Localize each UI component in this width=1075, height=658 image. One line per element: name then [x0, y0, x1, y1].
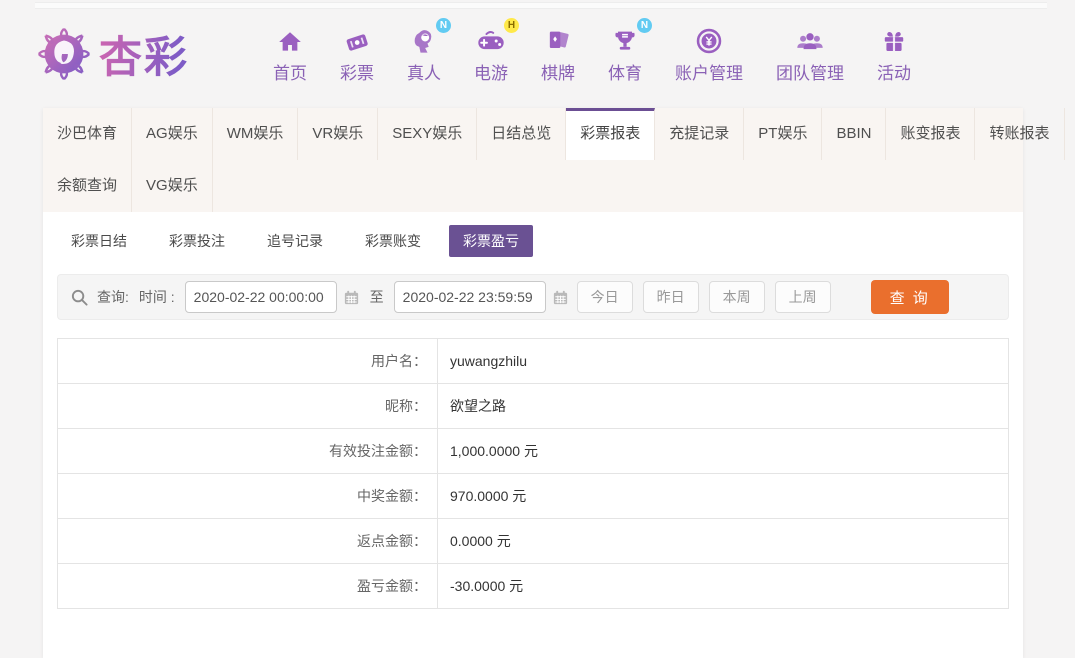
query-submit-button[interactable]: 查 询: [870, 280, 949, 314]
to-separator: 至: [369, 289, 384, 305]
nav-item-label: 体育: [608, 64, 642, 83]
gift-icon: [881, 23, 907, 55]
table-row: 用户名： yuwangzhilu: [57, 338, 1009, 384]
brand-name: 杏彩: [99, 23, 189, 85]
row-label-username: 用户名：: [57, 338, 438, 384]
subtab-lottery-account-change[interactable]: 彩票账变: [351, 225, 435, 257]
gamepad-icon: H: [476, 18, 519, 55]
site-logo[interactable]: 杏彩: [33, 23, 245, 85]
row-value-profit-loss-amount: -30.0000 元: [437, 563, 1009, 609]
row-label-valid-bet-amount: 有效投注金额：: [57, 428, 438, 474]
nav-item-label: 彩票: [340, 64, 374, 83]
nav-item-home[interactable]: 首页: [273, 23, 307, 84]
subtab-chase-records[interactable]: 追号记录: [253, 225, 337, 257]
row-value-rebate-amount: 0.0000 元: [437, 518, 1009, 564]
nav-item-egames[interactable]: H 电游: [474, 18, 519, 84]
tab-transfer-report[interactable]: 转账报表: [975, 108, 1065, 160]
query-label: 查询:: [97, 289, 129, 305]
profit-loss-table: 用户名： yuwangzhilu 昵称： 欲望之路 有效投注金额： 1,000.…: [57, 338, 1009, 609]
table-row: 昵称： 欲望之路: [57, 383, 1009, 429]
table-row: 中奖金额： 970.0000 元: [57, 473, 1009, 519]
tab-row-1: 沙巴体育 AG娱乐 WM娱乐 VR娱乐 SEXY娱乐 日结总览 彩票报表 充提记…: [43, 108, 1065, 160]
subtab-lottery-profit-loss[interactable]: 彩票盈亏: [449, 225, 533, 257]
row-label-rebate-amount: 返点金额：: [57, 518, 438, 564]
team-icon: [795, 23, 825, 55]
new-badge: N: [637, 18, 652, 33]
tab-sexy[interactable]: SEXY娱乐: [378, 108, 478, 160]
nav-item-label: 活动: [877, 64, 911, 83]
new-badge: N: [436, 18, 451, 33]
row-label-profit-loss-amount: 盈亏金额：: [57, 563, 438, 609]
query-bar: 查询: 时间 : 至 今日 昨日 本周 上周 查 询: [57, 274, 1009, 320]
nav-item-live[interactable]: N 真人: [407, 18, 451, 84]
last-week-button[interactable]: 上周: [774, 281, 831, 313]
ticket-icon: [343, 23, 371, 55]
tab-balance-query[interactable]: 余额查询: [43, 160, 133, 212]
tab-vg[interactable]: VG娱乐: [132, 160, 213, 212]
date-to-input[interactable]: [393, 281, 546, 313]
date-from-input[interactable]: [184, 281, 337, 313]
nav-item-label: 电游: [474, 64, 508, 83]
row-label-winning-amount: 中奖金额：: [57, 473, 438, 519]
nav-item-label: 棋牌: [541, 64, 575, 83]
nav-item-lottery[interactable]: 彩票: [340, 23, 374, 84]
nav-item-label: 真人: [407, 64, 441, 83]
row-value-valid-bet-amount: 1,000.0000 元: [437, 428, 1009, 474]
today-button[interactable]: 今日: [576, 281, 633, 313]
tab-ag[interactable]: AG娱乐: [132, 108, 213, 160]
row-value-winning-amount: 970.0000 元: [437, 473, 1009, 519]
nav-item-sports[interactable]: N 体育: [608, 18, 652, 84]
main-nav: 首页 彩票 N 真人 H 电游 棋牌 N 体育 账户管理 团队管理 活动: [273, 18, 944, 84]
nav-item-account[interactable]: 账户管理: [675, 23, 743, 84]
calendar-icon[interactable]: [552, 289, 569, 306]
tab-content: 彩票日结 彩票投注 追号记录 彩票账变 彩票盈亏 查询: 时间 : 至 今日 昨…: [43, 212, 1023, 609]
tab-row-2: 余额查询 VG娱乐: [43, 160, 1023, 212]
tab-vr[interactable]: VR娱乐: [298, 108, 379, 160]
tab-pt[interactable]: PT娱乐: [744, 108, 823, 160]
home-icon: [277, 23, 303, 55]
row-value-username: yuwangzhilu: [437, 338, 1009, 384]
coin-yuan-icon: [695, 23, 723, 55]
tab-deposit-withdraw[interactable]: 充提记录: [655, 108, 745, 160]
yesterday-button[interactable]: 昨日: [642, 281, 699, 313]
cards-icon: [544, 23, 572, 55]
table-row: 盈亏金额： -30.0000 元: [57, 563, 1009, 609]
tab-lottery-report[interactable]: 彩票报表: [566, 108, 656, 160]
nav-item-boardgames[interactable]: 棋牌: [541, 23, 575, 84]
this-week-button[interactable]: 本周: [708, 281, 765, 313]
nav-item-label: 账户管理: [675, 64, 743, 83]
tab-bbin[interactable]: BBIN: [822, 108, 887, 160]
table-row: 有效投注金额： 1,000.0000 元: [57, 428, 1009, 474]
report-tab-bar: 沙巴体育 AG娱乐 WM娱乐 VR娱乐 SEXY娱乐 日结总览 彩票报表 充提记…: [43, 108, 1065, 212]
main-panel: 沙巴体育 AG娱乐 WM娱乐 VR娱乐 SEXY娱乐 日结总览 彩票报表 充提记…: [43, 108, 1065, 658]
nav-item-label: 首页: [273, 64, 307, 83]
tab-account-change[interactable]: 账变报表: [886, 108, 976, 160]
collapsed-top-bar: [35, 2, 1047, 9]
subtab-lottery-daily[interactable]: 彩票日结: [57, 225, 141, 257]
tab-daily-summary[interactable]: 日结总览: [477, 108, 567, 160]
tab-shaba-sports[interactable]: 沙巴体育: [43, 108, 133, 160]
row-value-nickname: 欲望之路: [437, 383, 1009, 429]
trophy-icon: N: [611, 18, 652, 55]
logo-flower-icon: [37, 27, 91, 80]
nav-item-promotions[interactable]: 活动: [877, 23, 911, 84]
hot-badge: H: [504, 18, 519, 33]
row-label-nickname: 昵称：: [57, 383, 438, 429]
lottery-subtabs: 彩票日结 彩票投注 追号记录 彩票账变 彩票盈亏: [57, 225, 1009, 257]
site-header: 杏彩 首页 彩票 N 真人 H 电游 棋牌 N 体育 账户管理 团队管理 活动: [0, 0, 1075, 97]
search-icon: [70, 288, 89, 307]
time-label: 时间 :: [138, 289, 175, 305]
live-person-icon: N: [410, 18, 451, 55]
table-row: 返点金额： 0.0000 元: [57, 518, 1009, 564]
tab-wm[interactable]: WM娱乐: [213, 108, 299, 160]
subtab-lottery-bets[interactable]: 彩票投注: [155, 225, 239, 257]
calendar-icon[interactable]: [343, 289, 360, 306]
nav-item-team[interactable]: 团队管理: [776, 23, 844, 84]
nav-item-label: 团队管理: [776, 64, 844, 83]
